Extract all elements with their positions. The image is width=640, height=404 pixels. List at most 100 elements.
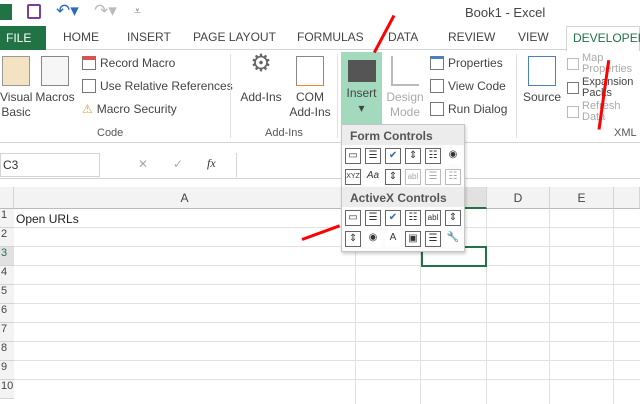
undo-icon[interactable]: ↶▾ — [56, 1, 79, 21]
list-box-activex-icon[interactable]: ☷ — [405, 209, 421, 226]
gears-icon: ⚙ — [250, 50, 272, 77]
select-all-corner[interactable] — [0, 187, 14, 209]
gridline — [14, 265, 640, 266]
tab-file[interactable]: FILE — [0, 26, 46, 50]
row-header[interactable]: 8 — [0, 342, 14, 361]
tab-review[interactable]: REVIEW — [448, 30, 495, 44]
tab-home[interactable]: HOME — [63, 30, 99, 44]
com-add-ins-button[interactable]: COM Add-Ins — [288, 56, 332, 120]
enter-icon[interactable]: ✓ — [173, 157, 183, 171]
combo-list-edit-form-control-icon[interactable]: ☰ — [424, 168, 441, 185]
view-code-button[interactable]: View Code — [430, 79, 506, 93]
column-header-f[interactable] — [614, 187, 640, 209]
combo-box-form-control-icon[interactable]: ☰ — [365, 147, 382, 164]
command-button-activex-icon[interactable]: ▭ — [345, 209, 361, 226]
image-activex-icon[interactable]: ▣ — [404, 230, 421, 247]
macro-security-button[interactable]: ⚠ Macro Security — [82, 102, 177, 116]
visual-basic-button[interactable]: Visual Basic — [0, 56, 32, 120]
insert-controls-button[interactable]: Insert ▾ — [341, 52, 382, 124]
gridline — [14, 246, 640, 247]
form-controls-heading: Form Controls — [342, 125, 464, 145]
activex-controls-heading: ActiveX Controls — [342, 187, 464, 207]
name-box[interactable]: C3 — [0, 153, 100, 177]
row-header[interactable]: 4 — [0, 266, 14, 285]
row-header[interactable]: 2 — [0, 228, 14, 247]
insert-function-icon[interactable]: fx — [207, 156, 216, 171]
macros-icon — [41, 56, 69, 86]
run-dialog-icon — [430, 102, 444, 116]
gridline — [14, 360, 640, 361]
separator — [230, 54, 231, 138]
combo-box-activex-icon[interactable]: ☰ — [365, 209, 381, 226]
tab-developer[interactable]: DEVELOPER — [566, 26, 640, 51]
source-icon — [528, 56, 556, 86]
redo-icon[interactable]: ↷▾ — [94, 1, 117, 21]
add-ins-button[interactable]: ⚙ Add-Ins — [238, 50, 284, 105]
row-header[interactable]: 10 — [0, 380, 14, 399]
tab-insert[interactable]: INSERT — [127, 30, 171, 44]
tab-data[interactable]: DATA — [388, 30, 418, 44]
label-activex-icon[interactable]: A — [385, 230, 401, 247]
list-box-form-control-icon[interactable]: ☷ — [425, 147, 442, 164]
group-box-form-control-icon[interactable]: XYZ — [345, 168, 362, 185]
text-box-activex-icon[interactable]: abl — [425, 209, 441, 226]
check-box-form-control-icon[interactable]: ✔ — [385, 147, 402, 164]
combo-dropdown-edit-form-control-icon[interactable]: ☷ — [444, 168, 461, 185]
label-form-control-icon[interactable]: Aa — [365, 168, 381, 185]
option-button-form-control-icon[interactable]: ◉ — [445, 147, 461, 164]
warning-icon: ⚠ — [82, 102, 93, 116]
source-button[interactable]: Source — [521, 56, 563, 105]
scroll-bar-form-control-icon[interactable]: ⇕ — [384, 168, 401, 185]
gridline — [549, 209, 550, 404]
design-mode-button[interactable]: Design Mode — [384, 56, 426, 120]
button-form-control-icon[interactable]: ▭ — [345, 147, 362, 164]
group-add-ins-label: Add-Ins — [265, 127, 303, 139]
row-header[interactable]: 9 — [0, 361, 14, 380]
tab-view[interactable]: VIEW — [518, 30, 549, 44]
row-header[interactable]: 6 — [0, 304, 14, 323]
row-header[interactable]: 3 — [0, 247, 14, 266]
insert-controls-dropdown: Form Controls ▭ ☰ ✔ ⇕ ☷ ◉ XYZ Aa ⇕ abl ☰… — [341, 124, 465, 252]
properties-button[interactable]: Properties — [430, 56, 503, 70]
option-button-activex-icon[interactable]: ◉ — [365, 230, 381, 247]
check-box-activex-icon[interactable]: ✔ — [385, 209, 401, 226]
customize-qat-icon[interactable]: ⩡ — [134, 4, 141, 19]
column-header-a[interactable]: A — [14, 187, 356, 209]
excel-logo-icon — [0, 4, 12, 20]
separator — [516, 54, 517, 138]
gridline — [14, 303, 640, 304]
text-field-form-control-icon[interactable]: abl — [404, 168, 421, 185]
row-header[interactable]: 7 — [0, 323, 14, 342]
column-header-d[interactable]: D — [487, 187, 550, 209]
cancel-icon[interactable]: ✕ — [138, 157, 148, 171]
gridline — [14, 322, 640, 323]
run-dialog-button[interactable]: Run Dialog — [430, 102, 507, 116]
gridline — [14, 284, 640, 285]
title-bar: ↶▾ ↷▾ ⩡ Book1 - Excel — [0, 0, 640, 26]
save-icon[interactable] — [27, 4, 41, 19]
toggle-button-activex-icon[interactable]: ☰ — [425, 230, 442, 247]
spin-button-form-control-icon[interactable]: ⇕ — [405, 147, 422, 164]
row-header[interactable]: 5 — [0, 285, 14, 304]
tab-page-layout[interactable]: PAGE LAYOUT — [193, 30, 276, 44]
scroll-bar-activex-icon[interactable]: ⇕ — [445, 209, 461, 226]
group-xml-label: XML — [614, 127, 637, 139]
tab-formulas[interactable]: FORMULAS — [297, 30, 364, 44]
spreadsheet-grid: A C D E 1 2 3 4 5 6 7 8 9 10 Open URLs — [0, 187, 640, 404]
relative-references-button[interactable]: Use Relative References — [82, 79, 233, 93]
spin-button-activex-icon[interactable]: ⇕ — [345, 230, 362, 247]
separator — [337, 54, 338, 138]
macros-button[interactable]: Macros — [34, 56, 76, 105]
properties-icon — [430, 56, 444, 70]
formula-bar: C3 ✕ ✓ fx — [0, 151, 640, 179]
cell-a1[interactable]: Open URLs — [16, 212, 79, 226]
ribbon: Visual Basic Macros Record Macro Use Rel… — [0, 50, 640, 143]
window-title: Book1 - Excel — [465, 5, 546, 20]
map-properties-button[interactable]: Map Properties — [567, 53, 637, 75]
more-controls-icon[interactable]: 🔧 — [445, 230, 461, 247]
row-header[interactable]: 1 — [0, 209, 14, 228]
record-macro-button[interactable]: Record Macro — [82, 56, 175, 70]
column-header-e[interactable]: E — [550, 187, 614, 209]
refresh-data-icon — [567, 106, 579, 118]
gridline — [486, 209, 487, 404]
